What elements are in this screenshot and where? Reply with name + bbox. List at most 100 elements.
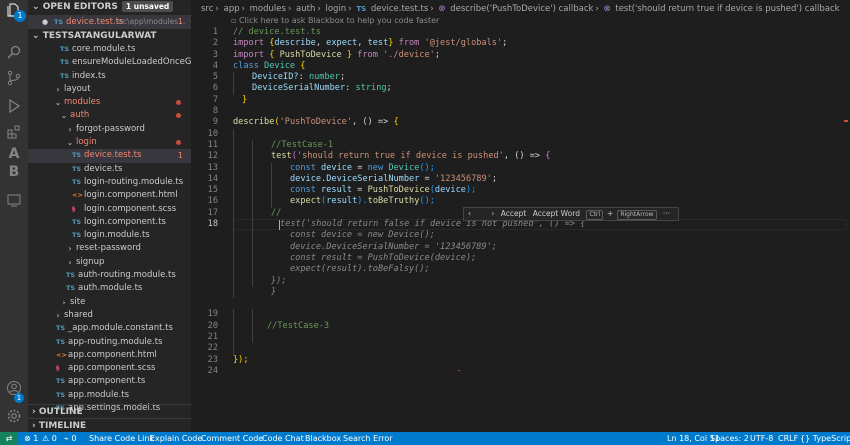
tree-file[interactable]: TS app.module.ts: [28, 389, 191, 402]
code-editor[interactable]: src › app › modules › auth › login › TS devic…: [191, 0, 850, 432]
breadcrumb-item[interactable]: auth: [296, 4, 315, 14]
tree-folder[interactable]: › signup: [28, 256, 191, 269]
source-control-icon[interactable]: [6, 70, 22, 86]
tree-file[interactable]: TS login.module.ts: [28, 229, 191, 242]
tree-file[interactable]: TS app.component.ts: [28, 375, 191, 388]
tree-file[interactable]: TSensureModuleLoadedOnceGuard.ts: [28, 56, 191, 69]
chevron-right-icon: ›: [56, 84, 60, 94]
ghost-line: const result = PushToDevice(device);: [191, 252, 850, 265]
lightbulb-icon: ▫: [231, 16, 239, 25]
breadcrumb-item[interactable]: app: [224, 4, 240, 14]
open-editors-header[interactable]: ⌄ OPEN EDITORS 1 unsaved: [28, 0, 191, 15]
tree-file[interactable]: TS _app.module.constant.ts: [28, 322, 191, 335]
tree-item-label: ensureModuleLoadedOnceGuard.ts: [72, 57, 191, 68]
remote-indicator[interactable]: ⇄: [0, 432, 18, 445]
tree-item-label: login: [76, 137, 97, 148]
error-marker: [844, 120, 848, 122]
chevron-right-icon: ›: [62, 297, 66, 307]
code-line: 14 device.DeviceSerialNumber = '123456789…: [207, 173, 498, 186]
errors-indicator[interactable]: ⊗ 1: [24, 432, 38, 445]
code-line: 2 import {describe, expect, test} from '@…: [212, 38, 508, 49]
warnings-indicator[interactable]: ⚠ 0: [42, 432, 57, 445]
tree-folder[interactable]: ⌄ auth: [28, 109, 191, 122]
tree-file[interactable]: § app.component.scss: [28, 362, 191, 375]
ports-indicator[interactable]: ⌁ 0: [64, 432, 76, 445]
extensions-icon[interactable]: [6, 124, 22, 140]
previous-suggestion-button[interactable]: ‹: [468, 209, 471, 218]
file-type-icon: TS: [72, 177, 82, 186]
accept-word-button[interactable]: Accept Word: [533, 209, 580, 218]
azure-icon[interactable]: A: [6, 146, 22, 162]
tree-file[interactable]: <> app.component.html: [28, 349, 191, 362]
remote-explorer-icon[interactable]: [6, 192, 22, 208]
status-search-error[interactable]: Search Error: [343, 432, 393, 445]
tree-file[interactable]: TS index.ts: [28, 70, 191, 83]
unsaved-dot-icon[interactable]: ●: [42, 15, 48, 29]
breadcrumb-file[interactable]: device.test.ts: [371, 4, 428, 14]
symbol-icon: ⊗: [603, 4, 611, 14]
file-type-icon: TS: [56, 377, 66, 386]
file-type-icon: <>: [72, 191, 83, 200]
inline-suggestion-toolbar: ‹ › Accept Accept Word Ctrl + RightArrow ·…: [463, 207, 680, 221]
tree-file[interactable]: TS login-routing.module.ts: [28, 176, 191, 189]
code-line: 22: [191, 343, 850, 355]
tree-file[interactable]: TS device.test.ts 1: [28, 149, 191, 163]
breadcrumb-symbol[interactable]: test('should return true if device is pu…: [615, 4, 839, 14]
tree-item-label: app.component.html: [68, 349, 157, 360]
tree-file[interactable]: TS auth-routing.module.ts: [28, 269, 191, 282]
blackbox-hint[interactable]: ▫ Click here to ask Blackbox to help you…: [231, 16, 439, 25]
tree-item-label: site: [70, 296, 86, 307]
code-line: 11//TestCase-1: [207, 139, 334, 152]
tree-file[interactable]: TS device.ts: [28, 163, 191, 176]
tree-file[interactable]: TS login.component.ts: [28, 216, 191, 229]
tree-folder[interactable]: › reset-password: [28, 242, 191, 255]
next-suggestion-button[interactable]: ›: [491, 209, 494, 218]
code-line: 12 test('should return true if device is …: [207, 151, 551, 163]
search-icon[interactable]: [6, 44, 22, 60]
chevron-down-icon: ⌄: [66, 138, 74, 148]
language-mode[interactable]: {} TypeScript: [800, 432, 850, 445]
blackbox-icon[interactable]: B: [6, 164, 22, 180]
status-share-code-link[interactable]: Share Code Link: [89, 432, 154, 445]
tree-file[interactable]: TS core.module.ts: [28, 43, 191, 56]
breadcrumb-symbol[interactable]: describe('PushToDevice') callback: [450, 4, 593, 14]
end-of-line[interactable]: CRLF: [778, 432, 798, 445]
breadcrumb-item[interactable]: login: [325, 4, 346, 14]
code-line: 13 const device = new Device();: [207, 162, 435, 174]
status-code-chat[interactable]: Code Chat: [262, 432, 304, 445]
tree-file[interactable]: <> login.component.html: [28, 189, 191, 202]
tree-item-label: auth-routing.module.ts: [78, 270, 176, 281]
tree-file[interactable]: TS auth.module.ts: [28, 282, 191, 295]
code-line: 4 class Device {: [212, 60, 306, 71]
tree-file[interactable]: TS app-routing.module.ts: [28, 336, 191, 349]
tree-folder[interactable]: ⌄ login: [28, 136, 191, 149]
right-arrow-key: RightArrow: [617, 210, 657, 220]
breadcrumb-item[interactable]: modules: [250, 4, 286, 14]
tree-folder[interactable]: › layout: [28, 83, 191, 96]
tree-folder[interactable]: › shared: [28, 309, 191, 322]
vertical-scrollbar[interactable]: [840, 0, 850, 432]
settings-gear-icon[interactable]: [6, 408, 22, 424]
status-explain-code[interactable]: Explain Code: [150, 432, 202, 445]
tree-item-label: login.component.ts: [84, 216, 166, 227]
tree-item-label: app.component.ts: [68, 376, 146, 387]
status-comment-code[interactable]: Comment Code: [201, 432, 263, 445]
accept-button[interactable]: Accept: [501, 209, 527, 218]
encoding[interactable]: UTF-8: [750, 432, 773, 445]
more-actions-icon[interactable]: ···: [663, 209, 670, 218]
open-editor-item[interactable]: ● TS device.test.ts src\app\modules... 1: [28, 15, 191, 29]
breadcrumb-item[interactable]: src: [201, 4, 213, 14]
timeline-header[interactable]: › TIMELINE: [28, 418, 191, 432]
run-debug-icon[interactable]: [6, 98, 22, 114]
status-blackbox[interactable]: Blackbox: [305, 432, 341, 445]
chevron-right-icon: ›: [68, 257, 72, 267]
tree-folder[interactable]: › site: [28, 296, 191, 309]
tree-file[interactable]: § login.component.scss: [28, 203, 191, 216]
indentation[interactable]: Spaces: 2: [710, 432, 749, 445]
project-header[interactable]: ⌄ TESTSATANGULARWAT: [28, 29, 191, 43]
tree-folder[interactable]: › forgot-password: [28, 123, 191, 136]
outline-header[interactable]: › OUTLINE: [28, 404, 191, 418]
file-type-icon: TS: [72, 164, 82, 173]
tree-folder[interactable]: ⌄ modules: [28, 96, 191, 109]
